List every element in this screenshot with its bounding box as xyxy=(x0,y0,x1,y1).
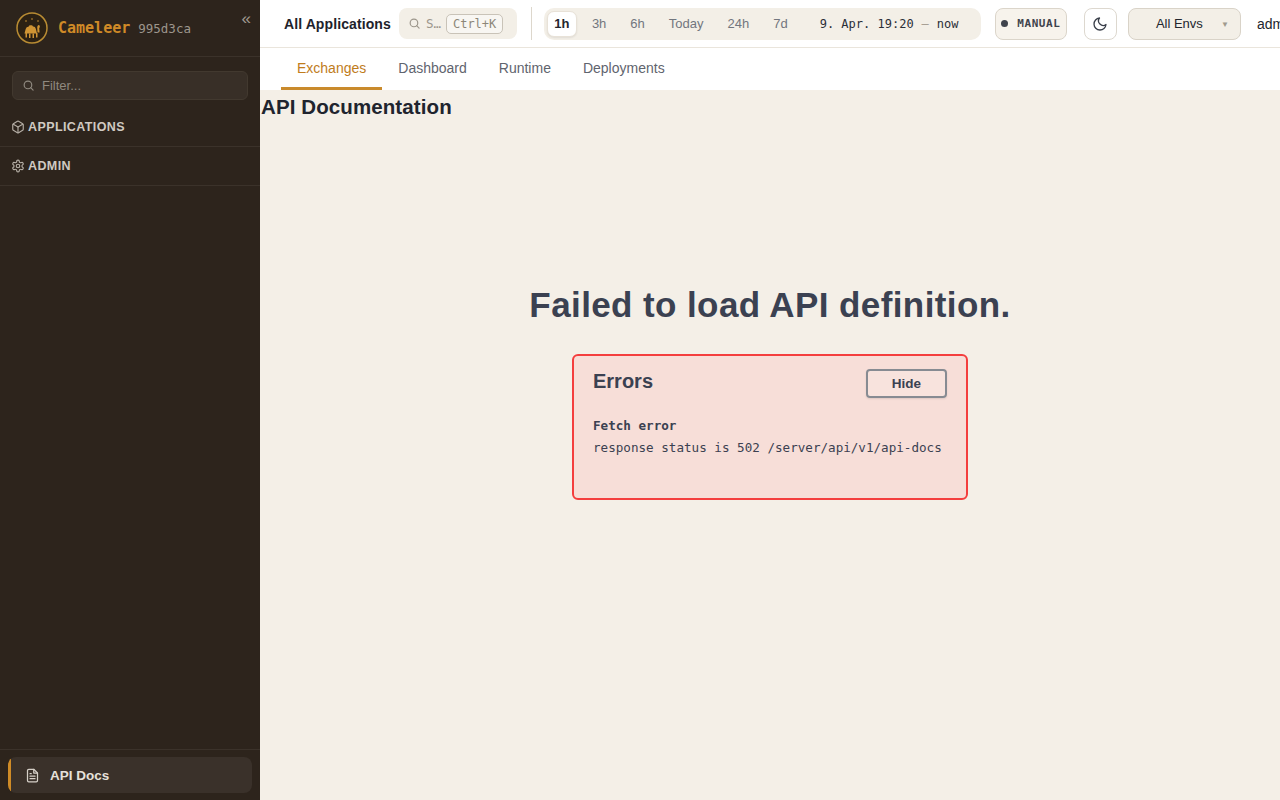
header-divider xyxy=(531,7,532,40)
time-from[interactable]: 9. Apr. 19:20 xyxy=(820,17,914,31)
main-area: All Applications S… Ctrl+K 1h 3h 6h Toda… xyxy=(260,0,1280,800)
time-range-today[interactable]: Today xyxy=(669,16,704,31)
sidebar-item-admin[interactable]: ADMIN xyxy=(0,147,260,186)
box-icon xyxy=(11,120,25,134)
time-range-7d[interactable]: 7d xyxy=(773,16,787,31)
content-area: API Documentation Failed to load API def… xyxy=(260,90,1280,800)
user-name: admin xyxy=(1257,16,1280,32)
time-range-1h[interactable]: 1h xyxy=(547,11,577,37)
time-to[interactable]: now xyxy=(937,17,959,31)
sidebar: Cameleer 995d3ca « Filter... APPLICATION… xyxy=(0,0,260,800)
sidebar-item-api-docs[interactable]: API Docs xyxy=(8,757,252,793)
manual-label: MANUAL xyxy=(1017,17,1060,30)
tabs-bar: Exchanges Dashboard Runtime Deployments xyxy=(260,48,1280,90)
chevron-down-icon: ▼ xyxy=(1221,20,1229,29)
sidebar-section-label: ADMIN xyxy=(28,159,71,173)
sidebar-header: Cameleer 995d3ca « xyxy=(0,0,260,57)
dark-mode-toggle[interactable] xyxy=(1084,8,1117,40)
hide-errors-button[interactable]: Hide xyxy=(866,369,947,398)
error-message: response status is 502 /server/api/v1/ap… xyxy=(593,440,947,455)
brand-name: Cameleer xyxy=(58,19,130,37)
status-dot xyxy=(1001,20,1008,27)
search-icon xyxy=(408,17,421,30)
moon-icon xyxy=(1092,16,1108,32)
sidebar-spacer xyxy=(0,186,260,749)
time-range-3h[interactable]: 3h xyxy=(592,16,606,31)
header-title: All Applications xyxy=(284,16,391,32)
time-range-6h[interactable]: 6h xyxy=(630,16,644,31)
tab-runtime[interactable]: Runtime xyxy=(483,48,567,90)
errors-panel: Errors Hide Fetch error response status … xyxy=(572,354,968,500)
search-placeholder: S… xyxy=(426,16,441,31)
tab-deployments[interactable]: Deployments xyxy=(567,48,681,90)
brand-version: 995d3ca xyxy=(138,21,191,36)
gear-icon xyxy=(11,159,25,173)
sidebar-collapse-icon[interactable]: « xyxy=(242,9,251,29)
tab-exchanges[interactable]: Exchanges xyxy=(281,48,382,90)
active-item-accent xyxy=(8,757,11,793)
cameleer-logo-icon xyxy=(16,12,48,44)
manual-refresh-button[interactable]: MANUAL xyxy=(995,8,1067,40)
time-range-24h[interactable]: 24h xyxy=(728,16,750,31)
time-separator: – xyxy=(922,17,929,31)
env-select[interactable]: All Envs ▼ xyxy=(1128,8,1241,40)
error-headline: Failed to load API definition. xyxy=(260,285,1280,325)
sidebar-item-label: API Docs xyxy=(50,768,109,783)
file-text-icon xyxy=(25,768,40,783)
sidebar-footer: API Docs xyxy=(0,749,260,800)
global-search-input[interactable]: S… Ctrl+K xyxy=(399,8,517,39)
time-range-group: 1h 3h 6h Today 24h 7d 9. Apr. 19:20 – no… xyxy=(544,8,981,40)
sidebar-item-applications[interactable]: APPLICATIONS xyxy=(0,108,260,147)
tab-dashboard[interactable]: Dashboard xyxy=(382,48,483,90)
search-shortcut-badge: Ctrl+K xyxy=(446,14,503,34)
search-icon xyxy=(22,79,35,92)
sidebar-filter-input[interactable]: Filter... xyxy=(12,71,248,100)
page-title: API Documentation xyxy=(260,90,1280,118)
filter-placeholder: Filter... xyxy=(42,78,81,93)
env-select-value: All Envs xyxy=(1156,16,1203,31)
error-name: Fetch error xyxy=(593,418,947,433)
top-header: All Applications S… Ctrl+K 1h 3h 6h Toda… xyxy=(260,0,1280,48)
sidebar-section-label: APPLICATIONS xyxy=(28,120,125,134)
